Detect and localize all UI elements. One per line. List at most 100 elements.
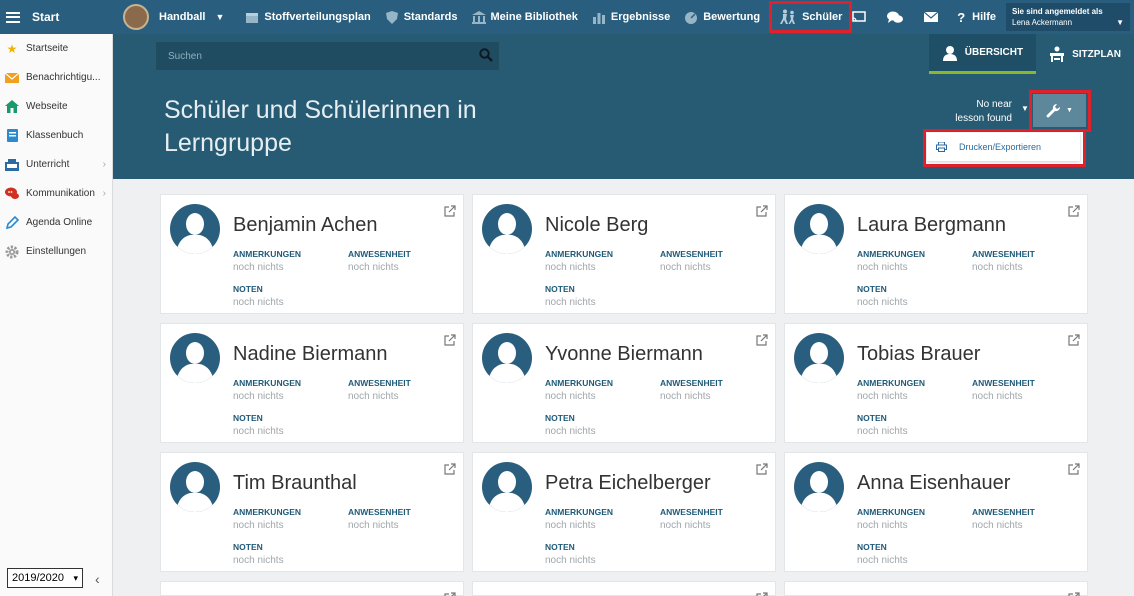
tab-label: ÜBERSICHT [964,47,1024,58]
student-card[interactable] [160,581,464,596]
tab-uebersicht[interactable]: ÜBERSICHT [928,34,1037,74]
remarks-label: ANMERKUNGEN [545,378,613,388]
nav-standards[interactable]: Standards [378,0,465,34]
sidebar-item-benachrichtigungen[interactable]: Benachrichtigu... [0,63,112,92]
student-name[interactable]: Nadine Biermann [233,343,388,366]
start-menu-button[interactable]: Start [0,0,113,34]
student-card[interactable]: Benjamin Achen ANMERKUNGEN noch nichts ANWE… [160,194,464,314]
external-link-icon[interactable] [444,592,456,596]
student-card[interactable]: Laura Bergmann ANMERKUNGEN noch nichts ANWE… [784,194,1088,314]
student-name[interactable]: Anna Eisenhauer [857,472,1010,495]
sidebar-item-einstellungen[interactable]: Einstellungen [0,237,112,266]
attendance-value: noch nichts [660,391,711,402]
student-name[interactable]: Yvonne Biermann [545,343,703,366]
chevron-right-icon: › [102,159,106,170]
student-card[interactable]: Nicole Berg ANMERKUNGEN noch nichts ANWESEN… [472,194,776,314]
seating-plan-icon [1050,46,1065,62]
hamburger-icon [6,11,20,23]
person-silhouette-icon [800,213,838,254]
mail-icon[interactable] [913,0,949,34]
grades-label: NOTEN [233,542,263,552]
nav-meine-bibliothek[interactable]: Meine Bibliothek [465,0,585,34]
sidebar-item-unterricht[interactable]: Unterricht › [0,150,112,179]
printer-icon [936,142,947,152]
nav-label: Standards [403,11,458,23]
student-card[interactable]: Anna Eisenhauer ANMERKUNGEN noch nichts ANW… [784,452,1088,572]
student-name[interactable]: Tobias Brauer [857,343,980,366]
student-card[interactable] [784,581,1088,596]
nav-label: Meine Bibliothek [490,11,578,23]
sidebar-item-agenda-online[interactable]: Agenda Online [0,208,112,237]
external-link-icon[interactable] [756,205,768,217]
help-button[interactable]: ? Hilfe [949,0,1006,34]
external-link-icon[interactable] [1068,463,1080,475]
gear-icon [5,245,19,259]
sidebar-item-kommunikation[interactable]: Kommunikation › [0,179,112,208]
start-label: Start [32,10,60,24]
student-card[interactable]: Petra Eichelberger ANMERKUNGEN noch nichts… [472,452,776,572]
group-label: Handball [159,11,206,23]
sidebar-item-startseite[interactable]: ★ Startseite [0,34,112,63]
student-card[interactable]: Tim Braunthal ANMERKUNGEN noch nichts ANWES… [160,452,464,572]
grades-label: NOTEN [545,413,575,423]
external-link-icon[interactable] [756,592,768,596]
search-placeholder: Suchen [168,50,202,62]
search-input[interactable]: Suchen [156,42,499,70]
grades-value: noch nichts [857,555,908,566]
student-name[interactable]: Benjamin Achen [233,214,378,237]
person-silhouette-icon [176,213,214,254]
remarks-value: noch nichts [233,520,284,531]
caret-down-icon[interactable]: ▼ [1021,104,1029,113]
grades-label: NOTEN [857,413,887,423]
external-link-icon[interactable] [1068,205,1080,217]
nav-ergebnisse[interactable]: Ergebnisse [585,0,677,34]
menu-item-drucken-exportieren[interactable]: Drucken/Exportieren [927,133,1080,161]
group-selector[interactable]: Handball ▼ [123,0,224,34]
nav-schueler[interactable]: Schüler [769,1,853,33]
grades-value: noch nichts [857,426,908,437]
collapse-sidebar-icon[interactable]: ‹ [95,571,100,587]
chat-bubbles-icon[interactable] [877,0,913,34]
wrench-icon [1046,103,1061,117]
external-link-icon[interactable] [1068,592,1080,596]
external-link-icon[interactable] [444,205,456,217]
student-name[interactable]: Laura Bergmann [857,214,1006,237]
student-card[interactable]: Nadine Biermann ANMERKUNGEN noch nichts ANW… [160,323,464,443]
student-name[interactable]: Tim Braunthal [233,472,357,495]
external-link-icon[interactable] [1068,334,1080,346]
school-year-select[interactable]: 2019/2020 ▾ [7,568,83,588]
sidebar-item-label: Einstellungen [26,246,87,257]
sidebar-item-webseite[interactable]: Webseite [0,92,112,121]
tab-sitzplan[interactable]: SITZPLAN [1036,34,1134,74]
nav-stoffverteilungsplan[interactable]: Stoffverteilungsplan [238,0,377,34]
external-link-icon[interactable] [444,334,456,346]
sidebar-item-label: Klassenbuch [26,130,84,141]
nav-bewertung[interactable]: Bewertung [677,0,767,34]
external-link-icon[interactable] [756,463,768,475]
student-name[interactable]: Nicole Berg [545,214,648,237]
sidebar-item-klassenbuch[interactable]: Klassenbuch [0,121,112,150]
grades-label: NOTEN [857,542,887,552]
avatar [170,462,220,512]
tools-menu-button[interactable]: ▼ [1033,94,1086,127]
library-icon [471,10,486,24]
nav-label: Stoffverteilungsplan [264,11,371,23]
cast-icon[interactable] [841,0,877,34]
student-card[interactable]: Yvonne Biermann ANMERKUNGEN noch nichts ANW… [472,323,776,443]
lesson-selector-label[interactable]: No near lesson found [948,98,1012,126]
grades-value: noch nichts [233,426,284,437]
remarks-label: ANMERKUNGEN [857,378,925,388]
remarks-label: ANMERKUNGEN [857,507,925,517]
grades-label: NOTEN [233,413,263,423]
avatar [794,204,844,254]
page-header: Suchen ÜBERSICHT SITZPLAN Schüler und Sc… [113,34,1134,179]
external-link-icon[interactable] [444,463,456,475]
student-card[interactable]: Tobias Brauer ANMERKUNGEN noch nichts ANWES… [784,323,1088,443]
student-name[interactable]: Petra Eichelberger [545,472,711,495]
students-icon [780,9,796,24]
search-icon[interactable] [479,48,493,62]
external-link-icon[interactable] [756,334,768,346]
remarks-label: ANMERKUNGEN [857,249,925,259]
student-card[interactable] [472,581,776,596]
user-menu[interactable]: Sie sind angemeldet als Lena Ackermann ▼ [1006,3,1130,31]
